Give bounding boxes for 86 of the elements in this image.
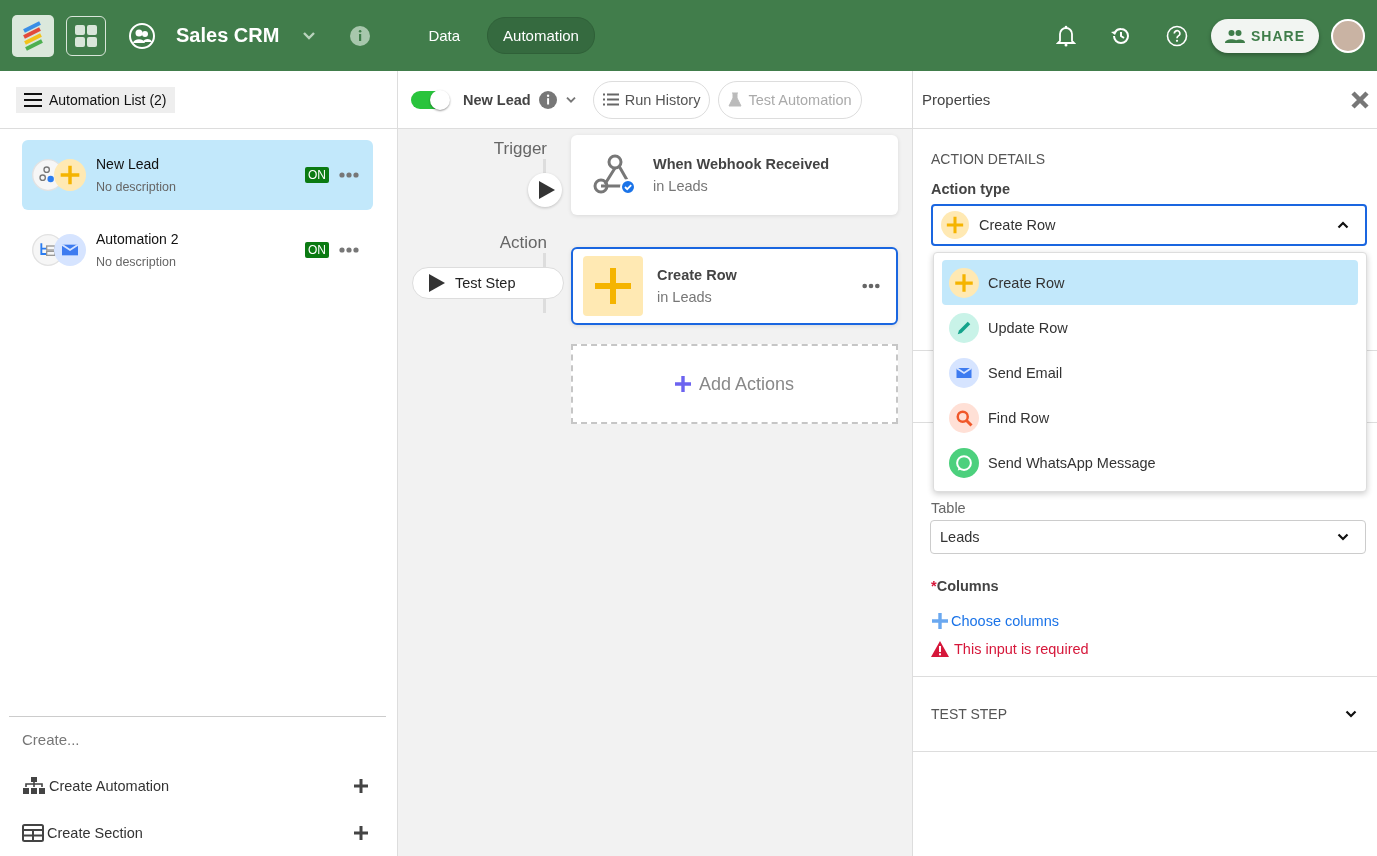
- trigger-label: Trigger: [493, 139, 548, 159]
- more-icon[interactable]: [339, 247, 359, 253]
- list-icon: [602, 93, 619, 106]
- automation-description: No description: [96, 255, 177, 269]
- card-title: When Webhook Received: [653, 156, 831, 172]
- required-mark: *: [931, 578, 937, 594]
- create-heading: Create...: [22, 731, 81, 748]
- hierarchy-icon: [22, 776, 46, 795]
- bell-icon[interactable]: [1056, 24, 1076, 47]
- play-icon: [539, 181, 555, 199]
- action-type-select[interactable]: Create Row: [931, 204, 1367, 246]
- card-subtitle: in Leads: [657, 289, 713, 305]
- toggle-switch[interactable]: [411, 90, 449, 109]
- create-label: Create Section: [47, 824, 144, 841]
- dropdown-option[interactable]: Create Row: [942, 260, 1358, 305]
- test-step-button[interactable]: Test Step: [412, 267, 564, 299]
- info-icon[interactable]: [350, 25, 371, 46]
- action-label: Action: [499, 233, 548, 253]
- status-badge: ON: [305, 167, 329, 183]
- card-subtitle: in Leads: [653, 178, 709, 194]
- app-title[interactable]: Sales CRM: [176, 24, 280, 47]
- chevron-down-icon[interactable]: [564, 95, 577, 104]
- field-label: Action type: [931, 181, 1011, 197]
- warning-icon: [931, 641, 949, 657]
- table-icon: [22, 823, 44, 842]
- automation-name: New Lead: [96, 156, 161, 172]
- apps-grid-icon[interactable]: [66, 15, 106, 56]
- field-label: Table: [931, 500, 967, 516]
- table-select[interactable]: Leads: [930, 520, 1366, 554]
- plus-icon: [54, 159, 86, 191]
- create-item[interactable]: Create Automation: [22, 762, 386, 809]
- nav-tab[interactable]: Data: [413, 17, 476, 54]
- section-heading: ACTION DETAILS: [931, 151, 1047, 167]
- chevron-down-icon: [1345, 710, 1357, 718]
- envelope-icon: [949, 357, 979, 388]
- panel-title: Properties: [922, 91, 991, 108]
- add-actions-button[interactable]: Add Actions: [571, 344, 898, 424]
- users-icon[interactable]: [129, 22, 155, 49]
- automation-name: Automation 2: [96, 231, 180, 247]
- avatar[interactable]: [1331, 18, 1365, 53]
- create-item[interactable]: Create Section: [22, 809, 386, 856]
- test-step-section[interactable]: TEST STEP: [913, 677, 1377, 752]
- close-icon[interactable]: [1351, 90, 1369, 109]
- card-title: Create Row: [657, 267, 738, 283]
- nav-tab[interactable]: Automation: [487, 17, 595, 54]
- plus-icon: [674, 376, 691, 392]
- automation-item[interactable]: New Lead No description ON: [22, 140, 373, 210]
- plus-icon[interactable]: [354, 778, 368, 793]
- status-badge: ON: [305, 242, 329, 258]
- search-icon: [949, 402, 979, 433]
- error-message: This input is required: [954, 641, 1089, 657]
- dropdown-option[interactable]: Send WhatsApp Message: [942, 440, 1358, 485]
- chat-bubble-icon: [949, 447, 979, 478]
- menu-icon: [24, 92, 42, 107]
- automation-title[interactable]: New Lead: [463, 91, 531, 108]
- action-card[interactable]: Create Row in Leads: [571, 247, 898, 325]
- plus-icon[interactable]: [354, 825, 368, 840]
- dropdown-option[interactable]: Find Row: [942, 395, 1358, 440]
- info-icon[interactable]: [538, 90, 557, 109]
- trigger-card[interactable]: When Webhook Received in Leads: [571, 135, 898, 215]
- chevron-down-icon[interactable]: [302, 30, 317, 41]
- pencil-icon: [949, 312, 979, 343]
- people-icon: [1225, 28, 1245, 43]
- play-icon: [429, 274, 445, 292]
- automation-item[interactable]: Automation 2 No description ON: [22, 215, 373, 285]
- plus-icon: [949, 267, 979, 298]
- automation-list-button[interactable]: Automation List (2): [16, 86, 175, 113]
- play-button[interactable]: [528, 173, 562, 207]
- more-icon[interactable]: [339, 172, 359, 178]
- chevron-up-icon: [1337, 221, 1349, 229]
- envelope-icon: [54, 234, 86, 266]
- plus-icon: [583, 256, 643, 316]
- create-label: Create Automation: [49, 777, 171, 794]
- app-logo-icon[interactable]: [12, 14, 54, 57]
- chevron-down-icon: [1337, 533, 1349, 541]
- plus-icon: [941, 211, 969, 239]
- choose-columns-link[interactable]: Choose columns: [931, 612, 1367, 630]
- field-label: Columns: [936, 578, 999, 594]
- share-button[interactable]: SHARE: [1211, 18, 1319, 53]
- plus-icon: [931, 612, 949, 630]
- dropdown-option[interactable]: Update Row: [942, 305, 1358, 350]
- automation-description: No description: [96, 180, 177, 194]
- more-icon[interactable]: [862, 283, 880, 289]
- dropdown-option[interactable]: Send Email: [942, 350, 1358, 395]
- flask-icon: [728, 92, 743, 107]
- help-icon[interactable]: [1166, 24, 1188, 47]
